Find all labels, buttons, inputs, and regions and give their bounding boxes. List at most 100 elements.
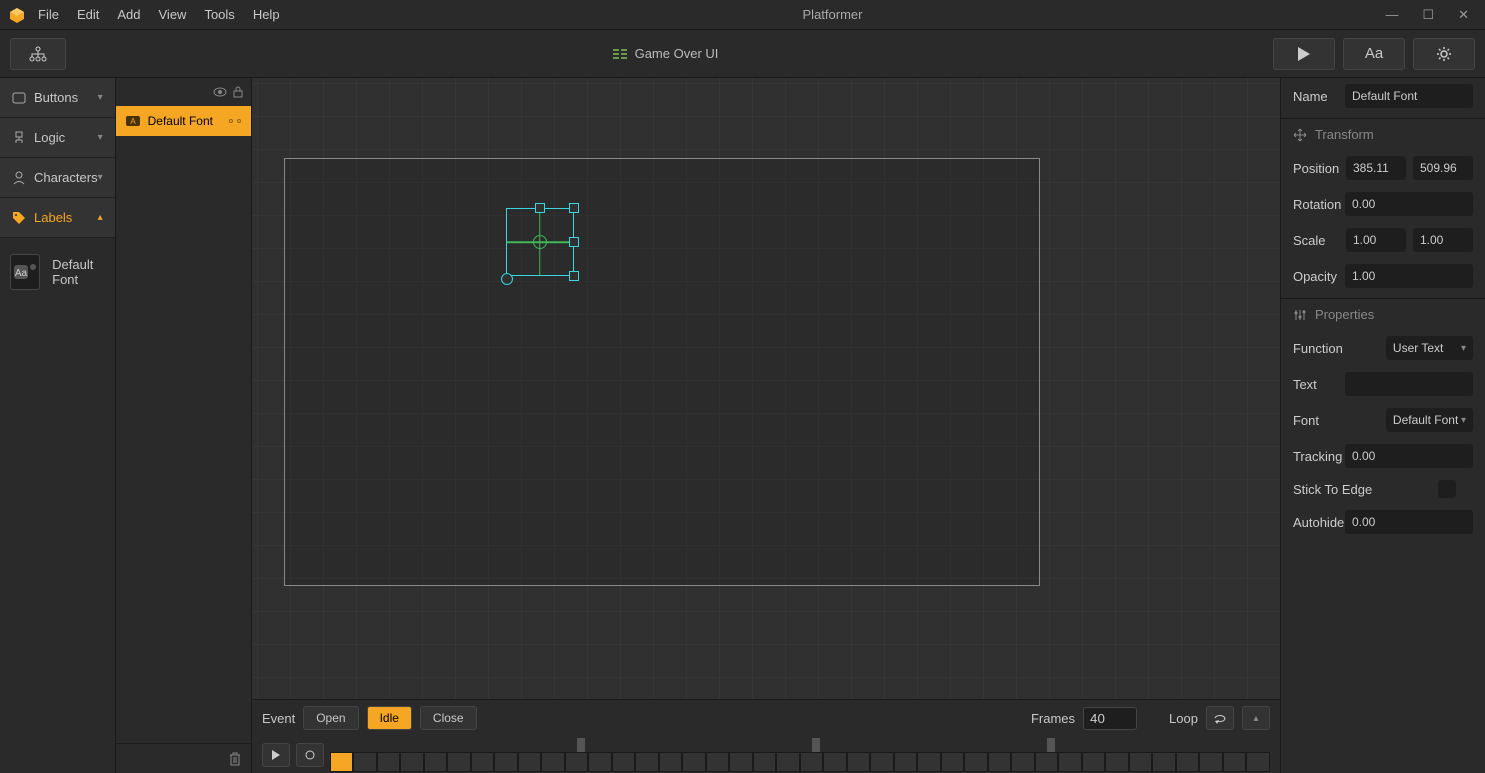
resize-handle-ne[interactable]	[569, 203, 579, 213]
frame-cell[interactable]	[377, 752, 401, 772]
anchor-point[interactable]	[501, 273, 513, 285]
canvas-viewport[interactable]	[252, 78, 1280, 699]
scale-x-input[interactable]	[1346, 228, 1406, 252]
frame-cell[interactable]	[447, 752, 471, 772]
menu-tools[interactable]: Tools	[204, 7, 234, 22]
rotation-input[interactable]	[1345, 192, 1473, 216]
frame-cell[interactable]	[1176, 752, 1200, 772]
frame-cell[interactable]	[1105, 752, 1129, 772]
frame-cell[interactable]	[1152, 752, 1176, 772]
position-x-input[interactable]	[1346, 156, 1406, 180]
name-input[interactable]	[1345, 84, 1473, 108]
maximize-button[interactable]: ☐	[1422, 7, 1434, 23]
minimize-button[interactable]: —	[1385, 7, 1398, 23]
font-select[interactable]: Default Font▾	[1386, 408, 1473, 432]
autohide-input[interactable]	[1345, 510, 1473, 534]
frame-cell[interactable]	[1035, 752, 1059, 772]
frame-cell[interactable]	[964, 752, 988, 772]
loop-icon	[1213, 712, 1227, 724]
frame-cell[interactable]	[400, 752, 424, 772]
resize-handle-se[interactable]	[569, 271, 579, 281]
menu-edit[interactable]: Edit	[77, 7, 99, 22]
opacity-input[interactable]	[1345, 264, 1473, 288]
frame-cell[interactable]	[518, 752, 542, 772]
menu-file[interactable]: File	[38, 7, 59, 22]
hierarchy-button[interactable]	[10, 38, 66, 70]
font-preview-button[interactable]: Aa	[1343, 38, 1405, 70]
frame-cell[interactable]	[800, 752, 824, 772]
frame-cell[interactable]	[330, 752, 354, 772]
frame-cell[interactable]	[988, 752, 1012, 772]
frame-cell[interactable]	[917, 752, 941, 772]
frame-cell[interactable]	[776, 752, 800, 772]
close-button[interactable]: ✕	[1458, 7, 1469, 23]
frame-cell[interactable]	[1246, 752, 1270, 772]
frames-input[interactable]	[1083, 707, 1137, 730]
frame-cell[interactable]	[1082, 752, 1106, 772]
frame-cell[interactable]	[729, 752, 753, 772]
frame-cell[interactable]	[1223, 752, 1247, 772]
frame-cell[interactable]	[823, 752, 847, 772]
transform-section-header[interactable]: Transform	[1281, 118, 1485, 150]
timeline-record-button[interactable]	[296, 743, 324, 767]
menu-view[interactable]: View	[159, 7, 187, 22]
trash-icon[interactable]	[229, 752, 241, 766]
sidebar-item-characters[interactable]: Characters ▾	[0, 158, 115, 198]
character-icon	[12, 171, 26, 185]
timeline-play-button[interactable]	[262, 743, 290, 767]
sidebar-item-labels[interactable]: Labels ▴	[0, 198, 115, 238]
frame-cell[interactable]	[635, 752, 659, 772]
chevron-up-icon: ▴	[1253, 713, 1258, 724]
frame-cell[interactable]	[353, 752, 377, 772]
settings-button[interactable]	[1413, 38, 1475, 70]
frame-cell[interactable]	[612, 752, 636, 772]
function-select[interactable]: User Text▾	[1386, 336, 1473, 360]
frame-cell[interactable]	[682, 752, 706, 772]
outline-panel: A Default Font	[116, 78, 252, 773]
frame-cell[interactable]	[706, 752, 730, 772]
frame-cell[interactable]	[588, 752, 612, 772]
position-y-input[interactable]	[1413, 156, 1473, 180]
resize-handle-e[interactable]	[569, 237, 579, 247]
loop-button[interactable]	[1206, 706, 1234, 730]
tracking-input[interactable]	[1345, 444, 1473, 468]
frame-cell[interactable]	[424, 752, 448, 772]
frame-cell[interactable]	[1011, 752, 1035, 772]
sidebar-item-buttons[interactable]: Buttons ▾	[0, 78, 115, 118]
menu-help[interactable]: Help	[253, 7, 280, 22]
selection-box[interactable]	[506, 208, 574, 276]
frame-cell[interactable]	[941, 752, 965, 772]
frame-cell[interactable]	[541, 752, 565, 772]
frame-cell[interactable]	[1199, 752, 1223, 772]
pivot-point[interactable]	[533, 235, 547, 249]
menu-add[interactable]: Add	[117, 7, 140, 22]
collapse-button[interactable]: ▴	[1242, 706, 1270, 730]
frames-track[interactable]: 0 10 20 30	[330, 738, 1270, 772]
outline-item-default-font[interactable]: A Default Font	[116, 106, 251, 136]
frame-cell[interactable]	[1058, 752, 1082, 772]
sidebar-item-logic[interactable]: Logic ▾	[0, 118, 115, 158]
frame-cell[interactable]	[1129, 752, 1153, 772]
event-close-button[interactable]: Close	[420, 706, 477, 730]
frame-cell[interactable]	[847, 752, 871, 772]
visibility-icon[interactable]	[213, 87, 227, 97]
text-input[interactable]	[1345, 372, 1473, 396]
frame-cell[interactable]	[659, 752, 683, 772]
properties-section-header[interactable]: Properties	[1281, 298, 1485, 330]
sidebar-label: Characters	[34, 170, 98, 185]
lock-icon[interactable]	[233, 86, 243, 98]
frame-cell[interactable]	[494, 752, 518, 772]
frame-cell[interactable]	[870, 752, 894, 772]
play-button[interactable]	[1273, 38, 1335, 70]
event-open-button[interactable]: Open	[303, 706, 358, 730]
scene-breadcrumb[interactable]: Game Over UI	[66, 46, 1265, 61]
scale-y-input[interactable]	[1413, 228, 1473, 252]
frame-cell[interactable]	[565, 752, 589, 772]
event-idle-button[interactable]: Idle	[367, 706, 412, 730]
frame-cell[interactable]	[753, 752, 777, 772]
stick-to-edge-checkbox[interactable]	[1438, 480, 1456, 498]
frame-cell[interactable]	[471, 752, 495, 772]
resize-handle-n[interactable]	[535, 203, 545, 213]
asset-default-font[interactable]: Aa Default Font	[10, 254, 105, 290]
frame-cell[interactable]	[894, 752, 918, 772]
